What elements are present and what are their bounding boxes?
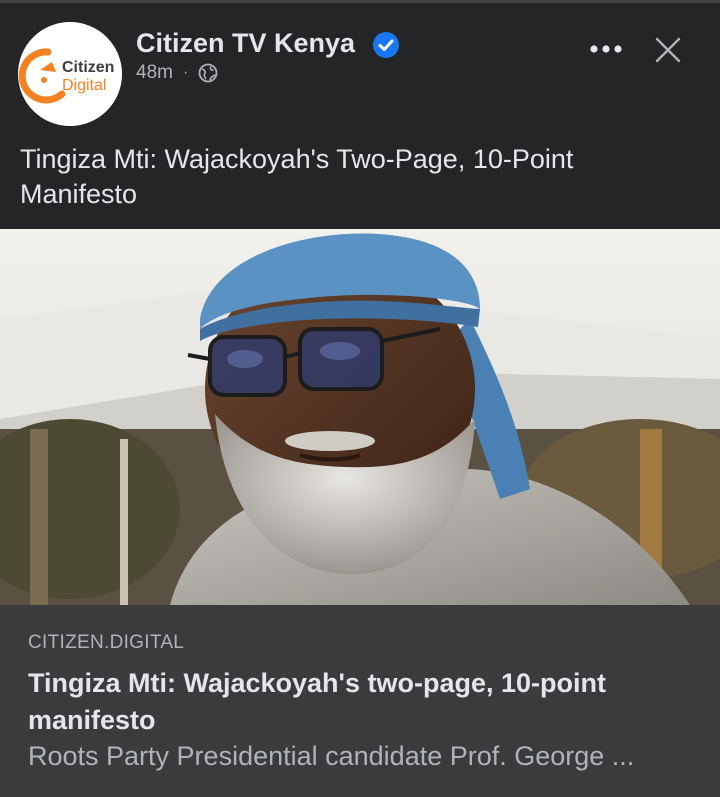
close-button[interactable] bbox=[652, 34, 684, 66]
globe-icon bbox=[198, 63, 218, 83]
close-icon bbox=[655, 37, 681, 63]
top-divider bbox=[0, 0, 720, 3]
post-text: Tingiza Mti: Wajackoyah's Two-Page, 10-P… bbox=[20, 144, 574, 209]
link-title: Tingiza Mti: Wajackoyah's two-page, 10-p… bbox=[28, 668, 606, 735]
portrait-image bbox=[0, 229, 720, 605]
post-meta: 48m · bbox=[136, 62, 218, 84]
link-preview-card[interactable]: CITIZEN.DIGITAL Tingiza Mti: Wajackoyah'… bbox=[0, 605, 720, 797]
post-header: Citizen Digital Citizen TV Kenya 48m · bbox=[0, 10, 720, 130]
logo-word-digital: Digital bbox=[62, 77, 106, 94]
article-photo[interactable] bbox=[0, 229, 720, 605]
more-options-button[interactable] bbox=[586, 34, 626, 64]
link-description: Roots Party Presidential candidate Prof.… bbox=[28, 741, 635, 771]
logo-word-citizen: Citizen bbox=[62, 59, 114, 76]
page-name[interactable]: Citizen TV Kenya bbox=[136, 28, 355, 59]
more-icon bbox=[590, 45, 622, 53]
post-timestamp[interactable]: 48m bbox=[136, 62, 173, 84]
avatar[interactable]: Citizen Digital bbox=[18, 22, 122, 126]
citizen-digital-logo: Citizen Digital bbox=[18, 22, 122, 126]
link-domain: CITIZEN.DIGITAL bbox=[28, 632, 185, 653]
meta-separator: · bbox=[182, 64, 189, 81]
verified-badge-icon bbox=[373, 32, 399, 58]
